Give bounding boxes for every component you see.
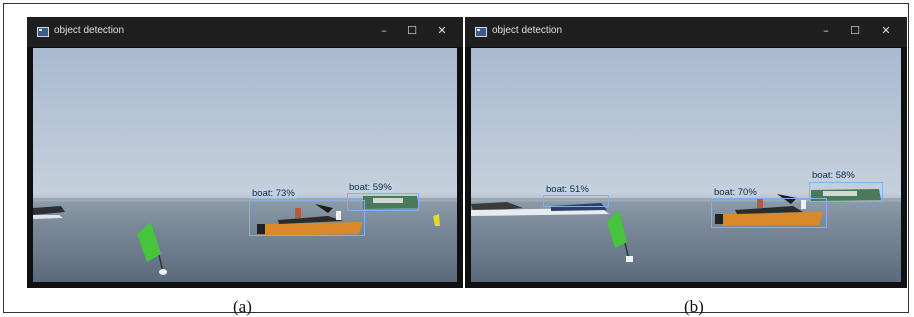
minimize-button[interactable]: –	[817, 22, 835, 40]
detection-window-a: object detection – ☐ ✕ boat: 73% boat: 5…	[27, 17, 463, 288]
yellow-buoy	[433, 214, 440, 226]
detection-box	[711, 198, 827, 228]
app-window-icon	[37, 27, 49, 37]
video-frame: boat: 73% boat: 59%	[33, 48, 457, 282]
detection-label: boat: 59%	[347, 182, 394, 193]
maximize-button[interactable]: ☐	[846, 22, 864, 40]
scene-graphics	[471, 189, 881, 262]
green-flag	[137, 222, 167, 275]
app-window-icon	[475, 27, 487, 37]
detection-label: boat: 51%	[544, 184, 591, 195]
detection-window-b: object detection – ☐ ✕ boat: 51% boat: 7…	[465, 17, 907, 288]
scene-graphics	[33, 196, 440, 275]
detection-label: boat: 58%	[810, 170, 857, 181]
window-titlebar[interactable]: object detection – ☐ ✕	[27, 17, 463, 47]
detection-label: boat: 73%	[250, 188, 297, 199]
close-button[interactable]: ✕	[877, 22, 895, 40]
panel-caption: (b)	[684, 297, 704, 316]
detection-box	[543, 195, 609, 207]
maximize-button[interactable]: ☐	[403, 22, 421, 40]
minimize-button[interactable]: –	[375, 22, 393, 40]
window-titlebar[interactable]: object detection – ☐ ✕	[465, 17, 907, 47]
detection-box	[809, 182, 883, 202]
detection-box	[347, 193, 419, 211]
close-button[interactable]: ✕	[433, 22, 451, 40]
distant-boat	[33, 206, 65, 215]
window-title: object detection	[492, 25, 563, 36]
detection-label: boat: 70%	[712, 187, 759, 198]
window-title: object detection	[54, 25, 125, 36]
video-frame: boat: 51% boat: 70% boat: 58%	[471, 48, 901, 282]
green-flag	[607, 210, 633, 262]
panel-caption: (a)	[233, 297, 252, 316]
